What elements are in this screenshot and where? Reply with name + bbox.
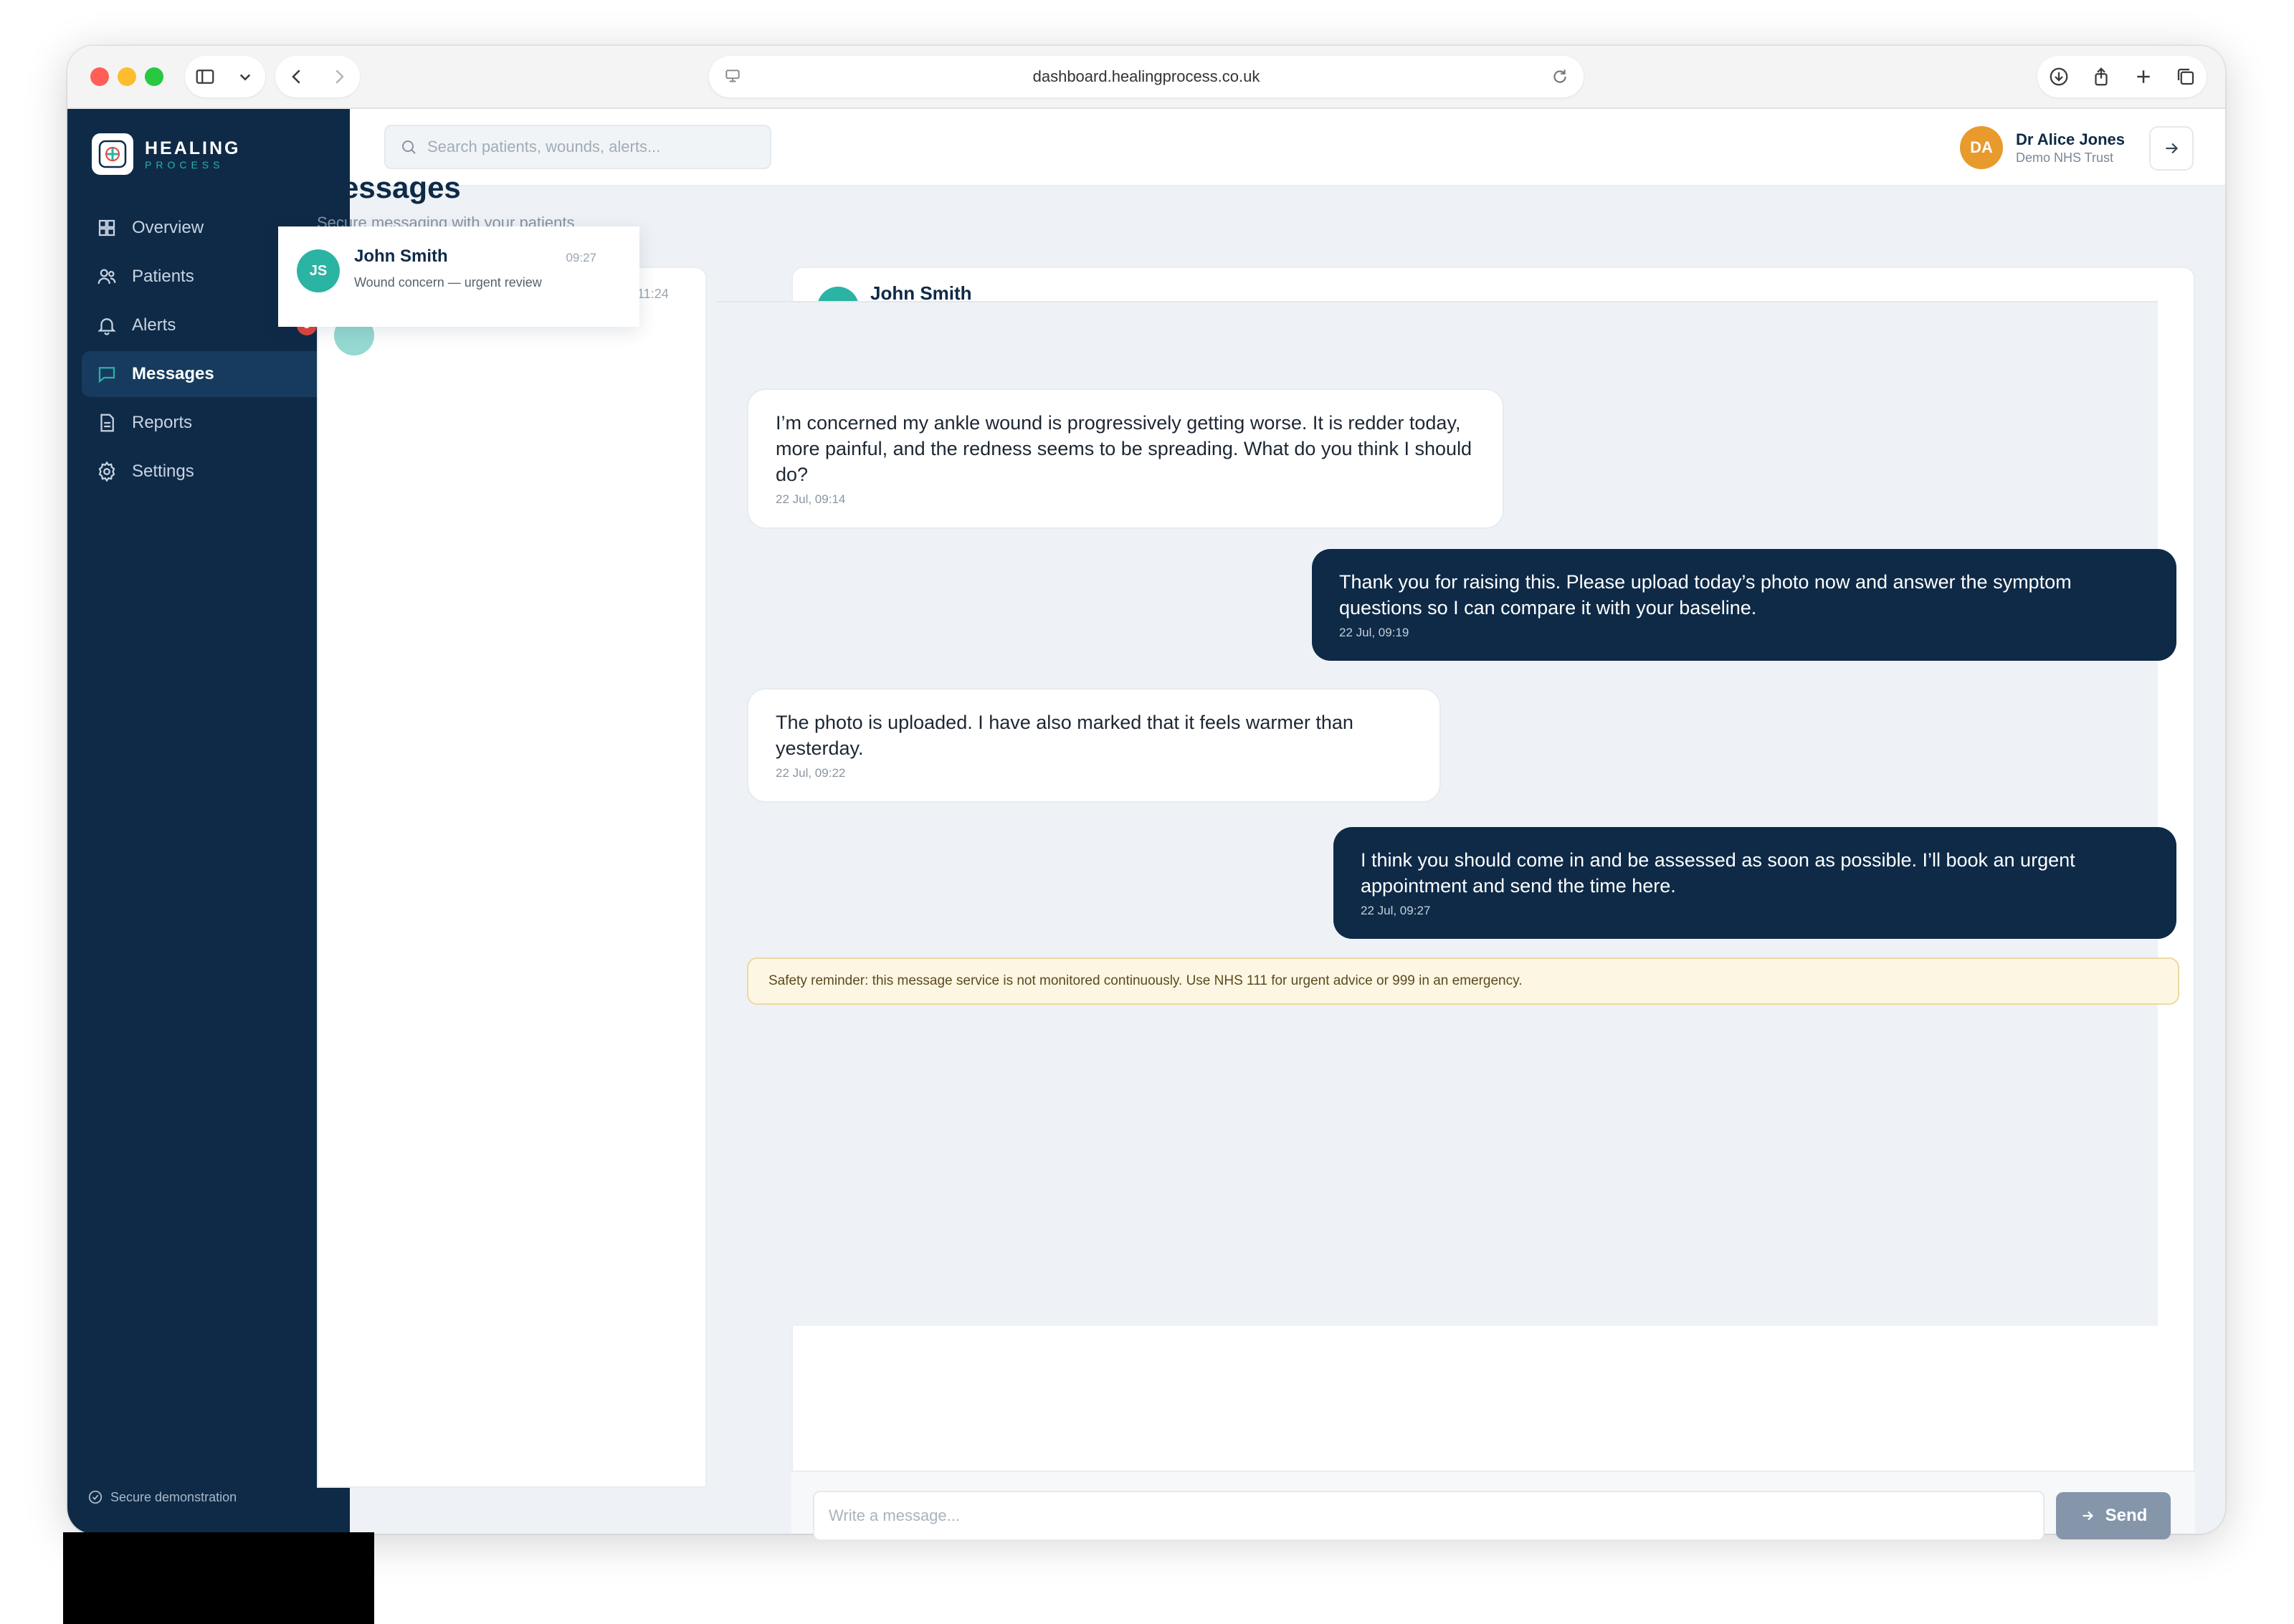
- safety-reminder-banner: Safety reminder: this message service is…: [747, 957, 2179, 1005]
- download-icon[interactable]: [2048, 66, 2070, 87]
- message-bubble-outgoing: Thank you for raising this. Please uploa…: [1312, 549, 2176, 661]
- sidebar-item-label: Alerts: [132, 315, 176, 335]
- message-timestamp: 22 Jul, 09:27: [1361, 904, 1431, 917]
- thread-preview: Wound concern — urgent review: [354, 275, 542, 290]
- sidebar-item-label: Reports: [132, 413, 193, 432]
- users-icon: [97, 269, 116, 285]
- thread-list-panel: [317, 267, 707, 1488]
- sidebar-item-label: Patients: [132, 267, 194, 286]
- sidebar-item-reports[interactable]: Reports: [82, 400, 333, 446]
- logout-button[interactable]: [2149, 126, 2194, 171]
- document-icon: [100, 414, 114, 432]
- sidebar-item-label: Settings: [132, 462, 194, 481]
- reload-icon[interactable]: [1551, 67, 1569, 86]
- message-composer: Send: [791, 1471, 2195, 1541]
- history-nav-group: [275, 56, 360, 97]
- message-bubble-incoming: The photo is uploaded. I have also marke…: [747, 688, 1441, 803]
- brand[interactable]: HEALING PROCESS: [92, 133, 241, 175]
- bell-icon: [97, 318, 116, 335]
- message-timestamp: 22 Jul, 09:14: [776, 492, 846, 506]
- thread-item-john-smith[interactable]: JS John Smith 09:27 Wound concern — urge…: [278, 226, 639, 327]
- message-timestamp: 22 Jul, 09:22: [776, 766, 846, 780]
- avatar: DA: [1959, 126, 2003, 169]
- message-bubble-incoming: I’m concerned my ankle wound is progress…: [747, 388, 1504, 529]
- gear-icon: [98, 461, 115, 482]
- message-bubble-outgoing: I think you should come in and be assess…: [1333, 827, 2176, 939]
- thread-patient-name: John Smith: [354, 247, 448, 266]
- page-title: Messages: [317, 171, 461, 204]
- message-input[interactable]: [813, 1491, 2045, 1541]
- user-name: Dr Alice Jones: [2015, 130, 2125, 148]
- brand-name: HEALING: [145, 138, 241, 158]
- sidebar-item-label: Messages: [132, 364, 214, 383]
- new-tab-icon[interactable]: [2133, 66, 2154, 87]
- message-timestamp: 22 Jul, 09:19: [1339, 626, 1409, 639]
- sidebar-item-settings[interactable]: Settings: [82, 449, 333, 495]
- message-text: Thank you for raising this. Please uploa…: [1339, 571, 2072, 618]
- avatar: JS: [297, 249, 340, 292]
- sidebar-item-label: Overview: [132, 218, 204, 237]
- site-settings-icon[interactable]: [723, 67, 742, 86]
- sidebar-toggle-icon[interactable]: [194, 66, 216, 87]
- zoom-window-button[interactable]: [145, 67, 163, 86]
- search-input[interactable]: [427, 138, 757, 156]
- app-header: DA Dr Alice Jones Demo NHS Trust: [350, 109, 2225, 186]
- stage: dashboard.healingprocess.co.uk HEALING P…: [0, 0, 2294, 1624]
- arrow-right-icon: [2083, 1511, 2093, 1521]
- grid-icon: [98, 219, 115, 237]
- send-button[interactable]: Send: [2056, 1492, 2171, 1539]
- share-icon[interactable]: [2090, 66, 2112, 87]
- close-window-button[interactable]: [90, 67, 109, 86]
- secure-demo-label: Secure demonstration: [110, 1489, 237, 1504]
- search-icon: [402, 140, 416, 154]
- back-icon[interactable]: [286, 66, 308, 87]
- url-text: dashboard.healingprocess.co.uk: [1032, 67, 1260, 85]
- message-text: I’m concerned my ankle wound is progress…: [776, 412, 1472, 485]
- arrow-right-icon: [2166, 143, 2179, 154]
- tab-overview-icon[interactable]: [2175, 66, 2197, 87]
- message-list: I’m concerned my ankle wound is progress…: [717, 301, 2179, 1326]
- browser-titlebar: dashboard.healingprocess.co.uk: [67, 46, 2225, 109]
- search-box[interactable]: [384, 125, 771, 169]
- thread-time: 09:27: [566, 251, 596, 264]
- brand-subtitle: PROCESS: [145, 158, 224, 171]
- healing-process-logo-icon: [92, 133, 133, 175]
- sidebar-toggle-group[interactable]: [185, 56, 265, 97]
- send-button-label: Send: [2105, 1506, 2148, 1525]
- browser-tools-group: [2037, 56, 2207, 97]
- message-text: I think you should come in and be assess…: [1361, 849, 2075, 897]
- chevron-down-icon[interactable]: [234, 66, 256, 87]
- forward-icon[interactable]: [328, 66, 350, 87]
- user-organisation: Demo NHS Trust: [2015, 150, 2113, 165]
- minimize-window-button[interactable]: [118, 67, 136, 86]
- message-icon: [98, 367, 115, 383]
- message-text: The photo is uploaded. I have also marke…: [776, 712, 1353, 759]
- sidebar-item-messages[interactable]: Messages: [82, 351, 333, 397]
- redaction-block: [63, 1532, 374, 1624]
- check-circle-icon: [88, 1490, 103, 1504]
- user-profile[interactable]: DA Dr Alice Jones Demo NHS Trust: [1959, 126, 2125, 169]
- address-bar[interactable]: dashboard.healingprocess.co.uk: [709, 56, 1584, 97]
- secure-demo-note: Secure demonstration: [87, 1489, 237, 1505]
